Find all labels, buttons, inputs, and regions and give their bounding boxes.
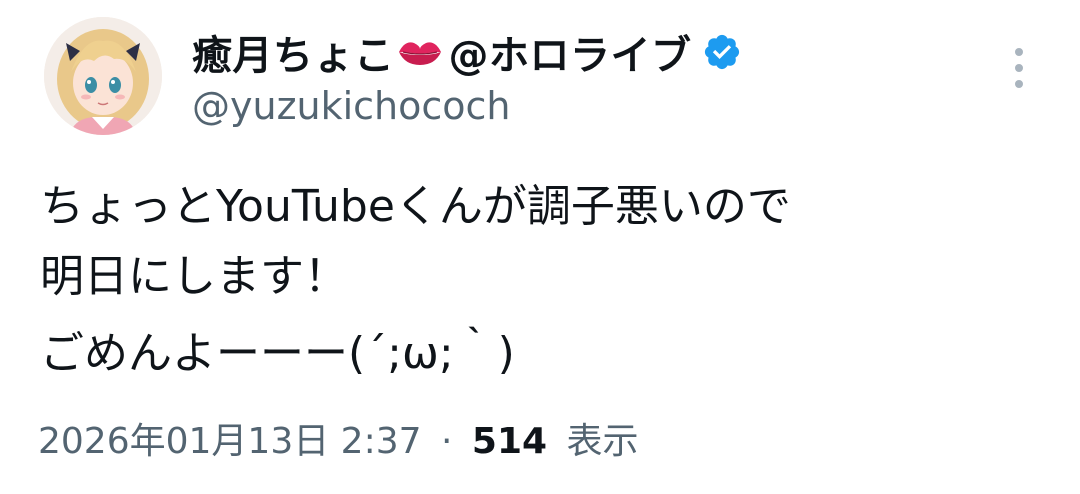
tweet-timestamp[interactable]: 2026年01月13日 2:37 xyxy=(38,421,422,462)
tweet-card: 癒月ちょこ @ホロライブ @yuzukichococh ちょっとYouTubeく… xyxy=(0,0,1080,494)
tweet-meta: 2026年01月13日 2:37 · 514 表示 xyxy=(38,412,639,464)
kiss-mark-icon xyxy=(398,42,441,65)
avatar[interactable] xyxy=(44,17,162,135)
author-name-row[interactable]: 癒月ちょこ @ホロライブ xyxy=(192,24,742,80)
meta-separator: · xyxy=(440,421,453,462)
display-name[interactable]: 癒月ちょこ xyxy=(192,23,395,81)
tweet-text-line: ちょっとYouTubeくんが調子悪いので xyxy=(40,181,791,232)
author-handle[interactable]: @yuzukichococh xyxy=(192,84,511,128)
affiliation-label[interactable]: @ホロライブ xyxy=(449,23,692,81)
tweet-text-line: 明日にします！ xyxy=(40,251,348,302)
views-count[interactable]: 514 xyxy=(472,421,547,462)
tweet-text-line: ごめんよーーー(´;ω;｀) xyxy=(40,328,515,379)
verified-badge-icon[interactable] xyxy=(702,32,742,72)
avatar-illustration xyxy=(44,17,162,135)
more-options-icon[interactable] xyxy=(1008,46,1030,90)
views-label: 表示 xyxy=(566,421,639,462)
